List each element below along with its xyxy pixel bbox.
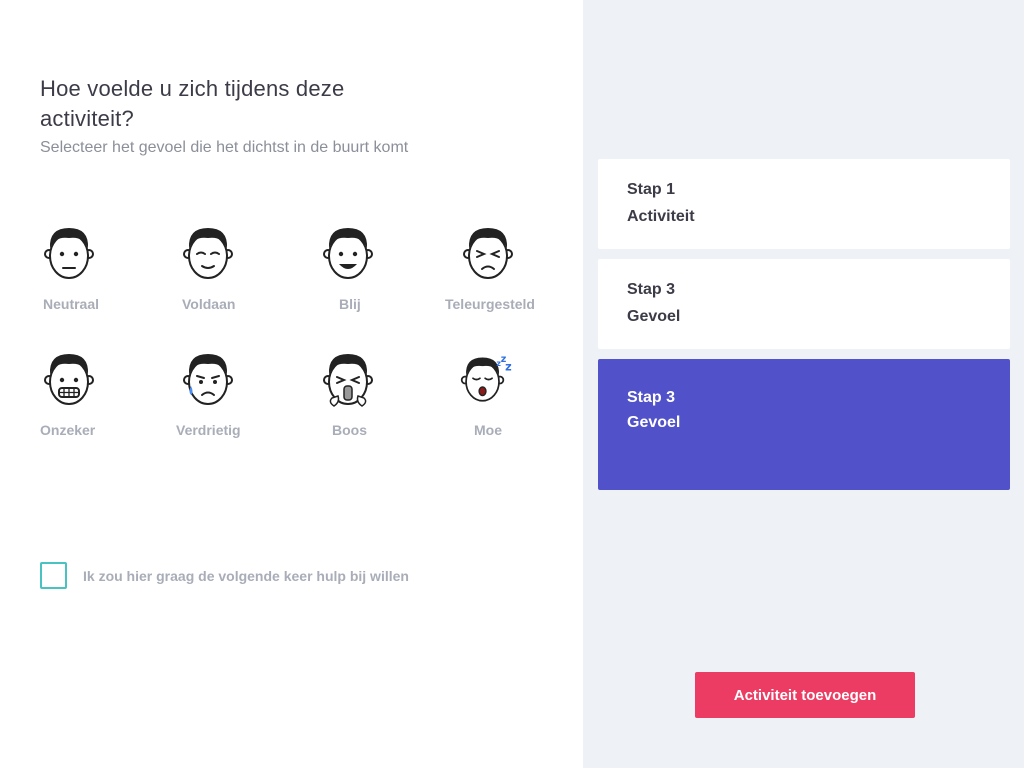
emotion-label: Onzeker (40, 422, 96, 438)
emotion-label: Blij (339, 296, 361, 312)
emotion-label: Boos (332, 422, 367, 438)
happy-face-icon (323, 228, 373, 279)
grimacing-face-icon (44, 354, 94, 405)
emotion-verdrietig[interactable]: Verdrietig (170, 348, 290, 448)
help-checkbox-row: Ik zou hier graag de volgende keer hulp … (40, 562, 409, 589)
svg-text:z: z (505, 360, 512, 373)
emotion-label: Voldaan (182, 296, 236, 312)
step-title: Stap 3 (627, 389, 676, 406)
sleepy-face-icon: z z z (460, 354, 512, 402)
step-name: Activiteit (627, 208, 695, 225)
step-title: Stap 1 (627, 181, 676, 198)
step-card-gevoel[interactable]: Stap 3 Gevoel (598, 259, 1010, 349)
emotion-onzeker[interactable]: Onzeker (30, 348, 150, 448)
angry-face-icon (323, 354, 373, 407)
emotion-teleurgesteld[interactable]: Teleurgesteld (445, 222, 565, 322)
emotion-blij[interactable]: Blij (310, 222, 430, 322)
question-subtitle: Selecteer het gevoel die het dichtst in … (40, 139, 409, 156)
emotion-voldaan[interactable]: Voldaan (170, 222, 290, 322)
neutral-face-icon (44, 228, 94, 279)
emotion-label: Neutraal (43, 296, 100, 312)
help-checkbox-label: Ik zou hier graag de volgende keer hulp … (83, 567, 409, 584)
help-checkbox[interactable] (40, 562, 67, 589)
step-title: Stap 3 (627, 281, 676, 298)
disappointed-face-icon (463, 228, 513, 279)
satisfied-face-icon (183, 228, 233, 279)
question-title: Hoe voelde u zich tijdens deze activitei… (40, 76, 345, 131)
step-name: Gevoel (627, 414, 681, 431)
step-card-activiteit[interactable]: Stap 1 Activiteit (598, 159, 1010, 249)
emotion-boos[interactable]: Boos (310, 348, 430, 448)
add-activity-button[interactable]: Activiteit toevoegen (695, 672, 915, 718)
step-name: Gevoel (627, 308, 681, 325)
emotion-label: Verdrietig (176, 422, 241, 438)
emotion-neutraal[interactable]: Neutraal (30, 222, 150, 322)
emotion-moe[interactable]: z z z Moe (445, 348, 565, 448)
crying-face-icon (183, 354, 233, 405)
step-card-gevoel-active[interactable]: Stap 3 Gevoel (598, 359, 1010, 490)
emotion-label: Teleurgesteld (445, 296, 535, 312)
emotion-label: Moe (474, 422, 502, 438)
